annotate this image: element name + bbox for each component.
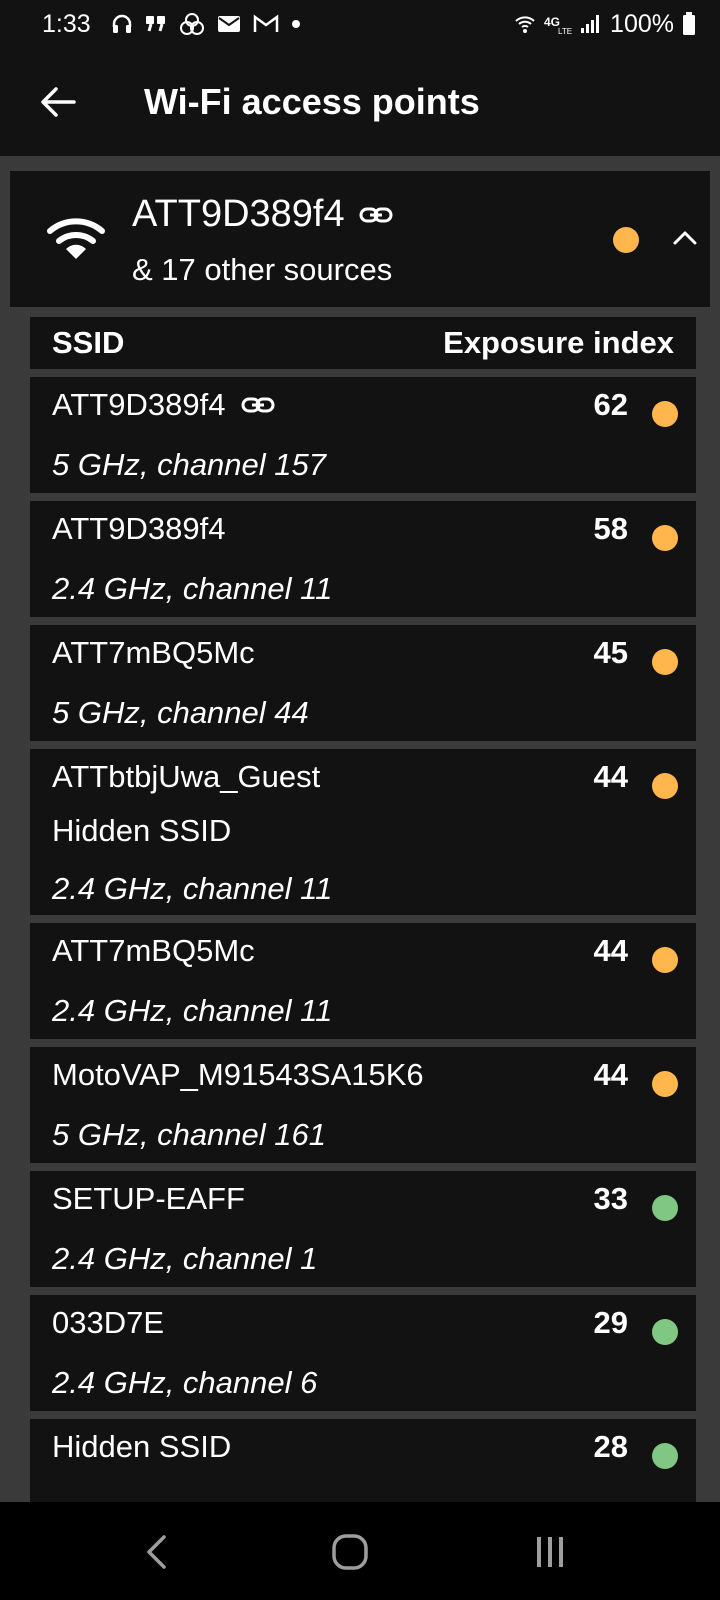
quote-icon (145, 14, 167, 34)
row-exposure-index: 44 (593, 933, 628, 968)
access-point-row[interactable]: ATTbtbjUwa_Guest Hidden SSID 2.4 GHz, chan… (30, 749, 696, 915)
row-exposure-index: 45 (593, 635, 628, 670)
page-title: Wi-Fi access points (144, 81, 480, 122)
row-status-dot (652, 773, 678, 799)
4g-lte-icon: 4G LTE (544, 13, 572, 35)
row-hidden-ssid-label: Hidden SSID (52, 813, 232, 848)
app-icon (179, 12, 205, 36)
table-header: SSID Exposure index (30, 317, 696, 369)
row-status-dot (652, 401, 678, 427)
row-ssid: ATT7mBQ5Mc (52, 933, 255, 969)
row-ssid: ATTbtbjUwa_Guest (52, 759, 320, 795)
access-point-row[interactable]: ATT7mBQ5Mc 5 GHz, channel 44 45 (30, 625, 696, 741)
access-point-group-header[interactable]: ATT9D389f4 & 17 other sources (10, 171, 710, 307)
headphones-icon (111, 13, 133, 35)
row-exposure-index: 44 (593, 1057, 628, 1092)
row-ssid-text: 033D7E (52, 1305, 165, 1340)
row-ssid-text: ATT9D389f4 (52, 387, 226, 422)
row-status-dot (652, 1071, 678, 1097)
recents-nav-icon (537, 1537, 563, 1567)
row-ssid-text: MotoVAP_M91543SA15K6 (52, 1057, 424, 1092)
row-exposure-index: 33 (593, 1181, 628, 1216)
signal-icon (580, 14, 602, 34)
row-frequency-channel: 5 GHz, channel 161 (52, 1117, 327, 1152)
row-frequency-channel: 2.4 GHz, channel 11 (52, 571, 333, 606)
row-frequency-channel: 2.4 GHz, channel 11 (52, 871, 333, 906)
gmail-icon (253, 14, 279, 34)
column-header-ssid: SSID (52, 325, 125, 360)
row-status-dot (652, 1443, 678, 1469)
row-ssid-text: ATT7mBQ5Mc (52, 635, 255, 670)
row-status-dot (652, 525, 678, 551)
app-bar: Wi-Fi access points (0, 48, 720, 156)
home-nav-button[interactable] (330, 1532, 370, 1572)
group-text: ATT9D389f4 & 17 other sources (132, 193, 393, 288)
access-point-row[interactable]: MotoVAP_M91543SA15K6 5 GHz, channel 161 44 (30, 1047, 696, 1163)
row-ssid: ATT7mBQ5Mc (52, 635, 255, 671)
row-status-dot (652, 1195, 678, 1221)
row-ssid-text: SETUP-EAFF (52, 1181, 245, 1216)
link-icon (241, 396, 275, 414)
row-ssid: ATT9D389f4 (52, 387, 275, 423)
row-exposure-index: 58 (593, 511, 628, 546)
access-point-row[interactable]: ATT9D389f4 2.4 GHz, channel 11 58 (30, 501, 696, 617)
row-ssid: Hidden SSID (52, 1429, 231, 1465)
row-frequency-channel: 5 GHz, channel 44 (52, 695, 309, 730)
status-time: 1:33 (42, 9, 91, 38)
back-button[interactable] (28, 72, 88, 132)
row-exposure-index: 29 (593, 1305, 628, 1340)
row-exposure-index: 62 (593, 387, 628, 422)
row-status-dot (652, 649, 678, 675)
battery-icon (682, 12, 696, 36)
recents-nav-button[interactable] (530, 1532, 570, 1572)
row-ssid: SETUP-EAFF (52, 1181, 245, 1217)
status-right: 4G LTE 100% (514, 10, 696, 39)
access-point-row[interactable]: ATT7mBQ5Mc 2.4 GHz, channel 11 44 (30, 923, 696, 1039)
back-arrow-icon (41, 87, 76, 117)
row-ssid-text: Hidden SSID (52, 1429, 232, 1464)
group-ssid: ATT9D389f4 (132, 193, 345, 235)
row-status-dot (652, 947, 678, 973)
access-point-row[interactable]: SETUP-EAFF 2.4 GHz, channel 1 33 (30, 1171, 696, 1287)
row-frequency-channel: 2.4 GHz, channel 11 (52, 993, 333, 1028)
row-ssid: MotoVAP_M91543SA15K6 (52, 1057, 424, 1093)
row-ssid-text: ATT7mBQ5Mc (52, 933, 255, 968)
group-subtitle: & 17 other sources (132, 252, 393, 287)
column-header-exposure: Exposure index (443, 325, 674, 360)
row-exposure-index: 44 (593, 759, 628, 794)
exposure-status-dot (613, 227, 639, 253)
status-left: 1:33 (42, 10, 301, 39)
back-nav-icon (147, 1535, 166, 1569)
row-frequency-channel: 2.4 GHz, channel 6 (52, 1365, 318, 1400)
row-ssid: ATT9D389f4 (52, 511, 225, 547)
status-bar: 1:33 4G LTE 100% (0, 0, 720, 48)
row-frequency-channel: 5 GHz, channel 157 (52, 447, 327, 482)
home-nav-icon (332, 1534, 368, 1570)
battery-percent: 100% (610, 9, 674, 38)
chevron-up-icon[interactable] (670, 223, 700, 253)
wifi-icon (47, 218, 105, 259)
svg-text:LTE: LTE (558, 27, 572, 35)
content-area[interactable]: ATT9D389f4 & 17 other sources SSID Expos… (0, 156, 720, 1502)
group-ssid-line: ATT9D389f4 (132, 193, 393, 236)
row-ssid: 033D7E (52, 1305, 164, 1341)
dot-icon (291, 19, 301, 29)
access-point-row[interactable]: ATT9D389f4 5 GHz, channel 157 62 (30, 377, 696, 493)
mail-icon (217, 15, 241, 33)
navigation-bar (0, 1502, 720, 1600)
back-nav-button[interactable] (136, 1532, 176, 1572)
access-point-row[interactable]: 033D7E 2.4 GHz, channel 6 29 (30, 1295, 696, 1411)
access-point-row[interactable]: Hidden SSID 28 (30, 1419, 696, 1502)
row-frequency-channel: 2.4 GHz, channel 1 (52, 1241, 318, 1276)
row-exposure-index: 28 (593, 1429, 628, 1464)
row-ssid-text: ATTbtbjUwa_Guest (52, 759, 321, 794)
wifi-calling-icon (514, 13, 536, 35)
link-icon (359, 206, 393, 224)
row-ssid-text: ATT9D389f4 (52, 511, 226, 546)
row-status-dot (652, 1319, 678, 1345)
